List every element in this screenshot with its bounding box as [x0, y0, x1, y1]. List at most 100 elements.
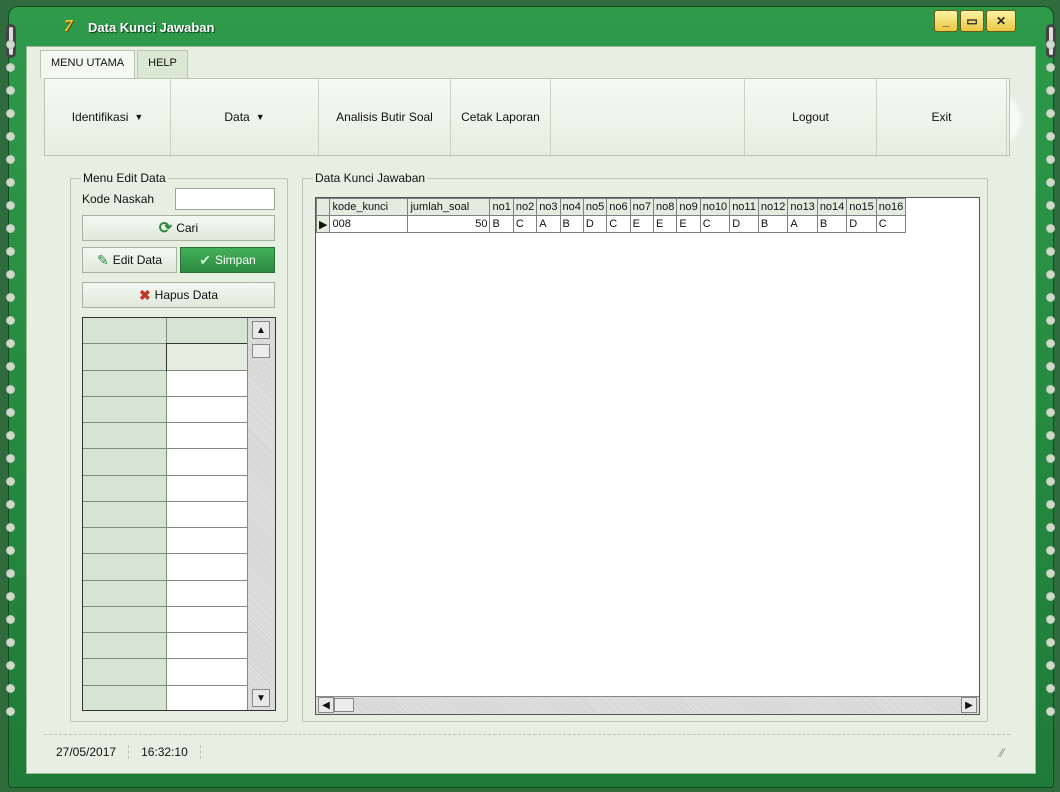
column-header[interactable]: no7: [629, 198, 654, 216]
table-cell[interactable]: A: [787, 215, 818, 233]
decor-dot: [1045, 385, 1055, 394]
column-header[interactable]: kode_kunci: [329, 198, 409, 216]
table-cell[interactable]: C: [699, 215, 731, 233]
table-cell[interactable]: E: [629, 215, 654, 233]
grid-cell: [83, 659, 167, 686]
scroll-right-icon[interactable]: ▶: [961, 697, 977, 713]
identifikasi-menu-button[interactable]: Identifikasi ▼: [45, 79, 171, 155]
minimize-button[interactable]: _: [934, 10, 958, 32]
grid-cell[interactable]: [167, 475, 249, 502]
cari-button[interactable]: ⟳ Cari: [82, 215, 275, 241]
column-header[interactable]: no1: [489, 198, 514, 216]
app-logo-icon: 7: [64, 16, 73, 35]
tab-help[interactable]: HELP: [137, 50, 188, 78]
grid-cell[interactable]: [167, 423, 249, 450]
status-bar: 27/05/2017 16:32:10 ⁄⁄: [44, 734, 1010, 768]
grid-cell[interactable]: [167, 501, 249, 528]
grid-cell[interactable]: [167, 606, 249, 633]
scroll-up-icon[interactable]: ▲: [252, 321, 270, 339]
column-header[interactable]: no12: [757, 198, 789, 216]
grid-cell: [83, 396, 167, 423]
grid-cell: [83, 501, 167, 528]
grid-cell[interactable]: [167, 685, 249, 710]
data-grid-hscrollbar[interactable]: ◀ ▶: [316, 696, 979, 714]
title-bar[interactable]: 7 Data Kunci Jawaban _ ▭ ✕: [8, 6, 1054, 46]
tab-menu-utama[interactable]: MENU UTAMA: [40, 50, 136, 78]
refresh-icon: ⟳: [158, 220, 173, 237]
decor-dot: [1045, 201, 1055, 210]
grid-cell[interactable]: [167, 659, 249, 686]
data-menu-button[interactable]: Data ▼: [171, 79, 319, 155]
column-header[interactable]: no5: [582, 198, 608, 216]
grid-cell[interactable]: [167, 633, 249, 660]
edit-data-button[interactable]: ✎ Edit Data: [82, 247, 177, 273]
row-indicator-header: [316, 198, 331, 216]
decor-dot: [5, 615, 15, 624]
table-cell[interactable]: B: [559, 215, 584, 233]
table-cell[interactable]: B: [757, 215, 789, 233]
column-header[interactable]: no14: [816, 198, 848, 216]
exit-button[interactable]: Exit: [877, 79, 1007, 155]
table-cell[interactable]: C: [875, 215, 907, 233]
edit-grid-vscrollbar[interactable]: ▲ ▼: [247, 318, 275, 710]
table-cell[interactable]: B: [489, 215, 514, 233]
column-header[interactable]: no13: [787, 198, 818, 216]
table-cell[interactable]: E: [652, 215, 678, 233]
column-header[interactable]: no9: [676, 198, 701, 216]
grid-cell[interactable]: [167, 580, 249, 607]
column-header[interactable]: no4: [559, 198, 584, 216]
dropdown-arrow-icon: ▼: [134, 112, 144, 122]
decor-dot: [5, 638, 15, 647]
table-cell[interactable]: D: [729, 215, 759, 233]
decor-dot: [1045, 178, 1055, 187]
grid-cell[interactable]: [167, 370, 249, 397]
scroll-left-icon[interactable]: ◀: [318, 697, 334, 713]
column-header[interactable]: no11: [729, 198, 759, 216]
cetak-laporan-button[interactable]: Cetak Laporan: [451, 79, 551, 155]
column-header[interactable]: no16: [875, 198, 907, 216]
simpan-button[interactable]: ✔ Simpan: [180, 247, 275, 273]
column-header[interactable]: no15: [846, 198, 877, 216]
table-row[interactable]: ▶ 008 50 B C A B D C E E E C D B A B D C: [316, 215, 907, 233]
table-cell[interactable]: A: [536, 215, 561, 233]
grid-cell[interactable]: [167, 554, 249, 581]
decor-dots-right: [1042, 40, 1058, 740]
table-cell[interactable]: 50: [407, 215, 491, 233]
table-cell[interactable]: D: [846, 215, 877, 233]
grid-cell[interactable]: [167, 396, 249, 423]
column-header[interactable]: no2: [512, 198, 538, 216]
logout-button[interactable]: Logout: [745, 79, 877, 155]
data-kunci-grid[interactable]: kode_kunci jumlah_soal no1 no2 no3 no4 n…: [315, 197, 980, 715]
decor-dot: [1045, 339, 1055, 348]
scroll-thumb[interactable]: [252, 344, 270, 358]
resize-grip-icon[interactable]: ⁄⁄: [1000, 746, 1004, 760]
grid-cell: [167, 318, 249, 345]
table-cell[interactable]: B: [816, 215, 848, 233]
table-cell[interactable]: 008: [329, 215, 409, 233]
grid-cell-selected[interactable]: [166, 343, 250, 372]
scroll-thumb[interactable]: [334, 698, 354, 712]
table-cell[interactable]: D: [582, 215, 608, 233]
grid-cell[interactable]: [167, 528, 249, 555]
edit-grid[interactable]: ▲ ▼: [82, 317, 276, 711]
kode-naskah-input[interactable]: [175, 188, 275, 210]
scroll-down-icon[interactable]: ▼: [252, 689, 270, 707]
column-header[interactable]: no10: [699, 198, 731, 216]
analisis-butir-soal-button[interactable]: Analisis Butir Soal: [319, 79, 451, 155]
column-header[interactable]: no6: [606, 198, 631, 216]
identifikasi-label: Identifikasi: [71, 110, 129, 124]
grid-cell[interactable]: [167, 449, 249, 476]
maximize-button[interactable]: ▭: [960, 10, 984, 32]
table-cell[interactable]: C: [606, 215, 631, 233]
decor-dot: [5, 178, 15, 187]
decor-dot: [1045, 224, 1055, 233]
edit-icon: ✎: [96, 251, 109, 268]
decor-dot: [5, 362, 15, 371]
column-header[interactable]: no8: [652, 198, 678, 216]
close-button[interactable]: ✕: [986, 10, 1016, 32]
table-cell[interactable]: E: [676, 215, 701, 233]
hapus-data-button[interactable]: ✖ Hapus Data: [82, 282, 275, 308]
column-header[interactable]: jumlah_soal: [407, 198, 491, 216]
table-cell[interactable]: C: [512, 215, 538, 233]
column-header[interactable]: no3: [536, 198, 561, 216]
